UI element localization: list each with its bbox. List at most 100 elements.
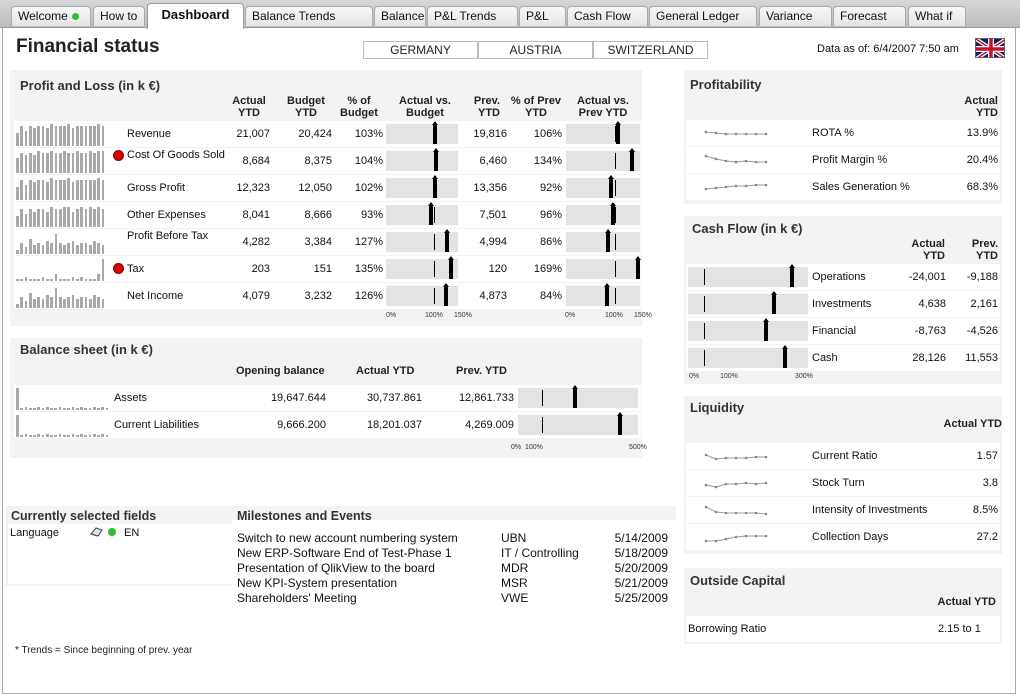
pl-axis-tick: 100% — [425, 312, 443, 319]
trend-bar — [54, 180, 58, 200]
kpi-sparkline — [704, 154, 768, 164]
gauge-needle — [604, 283, 611, 306]
tab-how-to[interactable]: How to — [93, 6, 145, 26]
sparkline-point — [714, 157, 718, 161]
balance-row[interactable]: Current Liabilities 9,666.200 18,201.037 4,… — [14, 412, 641, 438]
trend-bar — [63, 180, 66, 200]
balance-row[interactable]: Assets 19,647.644 30,737.861 12,861.733 — [14, 385, 641, 411]
tab-label: Dashboard — [161, 7, 230, 22]
trend-bar — [41, 245, 45, 254]
trend-bar — [24, 130, 28, 146]
profitability-row[interactable]: Sales Generation % 68.3% — [686, 174, 1000, 200]
profitability-value: 13.9% — [966, 127, 998, 139]
country-button-germany[interactable]: GERMANY — [363, 41, 478, 59]
pl-budget: 8,375 — [304, 155, 332, 167]
pl-row[interactable]: Gross Profit 12,323 12,050 102% 13,356 92% — [14, 175, 641, 201]
trend-bar — [101, 180, 105, 200]
trend-bar — [41, 153, 45, 173]
cashflow-row[interactable]: Financial -8,763 -4,526 — [686, 318, 1000, 344]
trend-bar — [88, 278, 92, 281]
tab-general-ledger[interactable]: General Ledger — [649, 6, 757, 26]
pl-header-budget: Budget YTD — [287, 95, 325, 119]
gauge-needle — [771, 291, 777, 314]
country-button-switzerland[interactable]: SWITZERLAND — [593, 41, 708, 59]
profitability-row[interactable]: ROTA % 13.9% — [686, 120, 1000, 146]
trend-bar — [97, 274, 101, 281]
cashflow-row[interactable]: Cash 28,126 11,553 — [686, 345, 1000, 371]
sparkline-point — [724, 159, 728, 163]
pl-row[interactable]: Cost Of Goods Sold 8,684 8,375 104% 6,460 134… — [14, 148, 641, 174]
liquidity-row[interactable]: Collection Days 27.2 — [686, 524, 1000, 550]
tab-p-l-trends[interactable]: P&L Trends — [427, 6, 518, 26]
trend-bar — [63, 278, 66, 281]
sparkline-point — [714, 131, 718, 135]
cashflow-row[interactable]: Investments 4,638 2,161 — [686, 291, 1000, 317]
pl-budget: 3,232 — [304, 290, 332, 302]
pl-row[interactable]: Profit Before Tax 4,282 3,384 127% 4,994 86% — [14, 229, 641, 255]
tab-balance-trends[interactable]: Balance Trends — [245, 6, 373, 26]
trend-bar — [58, 243, 62, 254]
sparkline-point — [754, 511, 758, 515]
trend-bar — [84, 243, 88, 254]
trend-footnote: * Trends = Since beginning of prev. year — [15, 645, 193, 656]
milestone-date: 5/18/2009 — [614, 546, 668, 560]
alert-red-dot-icon — [113, 263, 124, 274]
trend-bar — [76, 245, 79, 254]
liquidity-row[interactable]: Stock Turn 3.8 — [686, 470, 1000, 496]
liquidity-row[interactable]: Intensity of Investments 8.5% — [686, 497, 1000, 523]
trend-sparkline — [16, 415, 110, 437]
tab-forecast[interactable]: Forecast — [833, 6, 906, 26]
pl-row[interactable]: Revenue 21,007 20,424 103% 19,816 106% — [14, 121, 641, 147]
country-button-austria[interactable]: AUSTRIA — [478, 41, 593, 59]
liquidity-row[interactable]: Current Ratio 1.57 — [686, 443, 1000, 469]
actual-vs-budget-gauge — [386, 256, 458, 279]
trend-bar — [54, 126, 58, 146]
gauge-needle — [629, 148, 636, 171]
gauge-needle — [605, 229, 612, 252]
tab-label: Cash Flow — [574, 9, 631, 23]
tab-label: P&L Trends — [434, 9, 497, 23]
gauge-target-line — [434, 207, 435, 223]
trend-bar — [28, 209, 32, 227]
outside-capital-row[interactable]: Borrowing Ratio 2.15 to 1 — [686, 616, 1000, 642]
trend-bar — [76, 180, 79, 200]
tab-p-l[interactable]: P&L — [519, 6, 566, 26]
liquidity-label: Intensity of Investments — [812, 504, 928, 516]
trend-bar — [88, 126, 92, 146]
pl-row[interactable]: Other Expenses 8,041 8,666 93% 7,501 96% — [14, 202, 641, 228]
trend-bar — [93, 153, 96, 173]
tab-cash-flow[interactable]: Cash Flow — [567, 6, 648, 26]
profitability-row[interactable]: Profit Margin % 20.4% — [686, 147, 1000, 173]
sparkline-point — [724, 482, 728, 486]
pl-row-label: Net Income — [127, 290, 184, 302]
cashflow-row[interactable]: Operations -24,001 -9,188 — [686, 264, 1000, 290]
pl-row-label: Gross Profit — [127, 182, 186, 194]
tab-what-if[interactable]: What if — [908, 6, 966, 26]
pl-header-act-vs-budget: Actual vs. Budget — [399, 95, 451, 119]
trend-bar — [76, 126, 79, 146]
sparkline-point — [724, 511, 728, 515]
trend-bar — [84, 153, 88, 173]
trend-bar — [20, 408, 24, 410]
trend-bar — [67, 178, 71, 200]
cashflow-actual: -24,001 — [908, 271, 946, 283]
tab-welcome[interactable]: Welcome — [11, 6, 91, 26]
gauge-needle — [427, 202, 434, 225]
tab-balance[interactable]: Balance — [374, 6, 426, 26]
trend-bar — [16, 216, 19, 227]
selected-field-value[interactable]: EN — [124, 527, 139, 539]
trend-bar — [88, 180, 92, 200]
pl-header-actual: Actual YTD — [232, 95, 266, 119]
trend-bar — [63, 207, 66, 227]
pl-row[interactable]: Net Income 4,079 3,232 126% 4,873 84% — [14, 283, 641, 309]
sparkline-point — [704, 187, 708, 191]
gauge-target-line — [704, 269, 705, 285]
tab-dashboard[interactable]: Dashboard — [147, 3, 244, 29]
uk-flag-icon[interactable] — [975, 38, 1005, 58]
balance-prev: 4,269.009 — [465, 419, 514, 431]
eraser-icon[interactable] — [90, 526, 104, 537]
pl-row[interactable]: Tax 203 151 135% 120 169% — [14, 256, 641, 282]
tab-variance[interactable]: Variance — [759, 6, 832, 26]
liquidity-label: Collection Days — [812, 531, 889, 543]
liquidity-value: 1.57 — [976, 450, 998, 462]
